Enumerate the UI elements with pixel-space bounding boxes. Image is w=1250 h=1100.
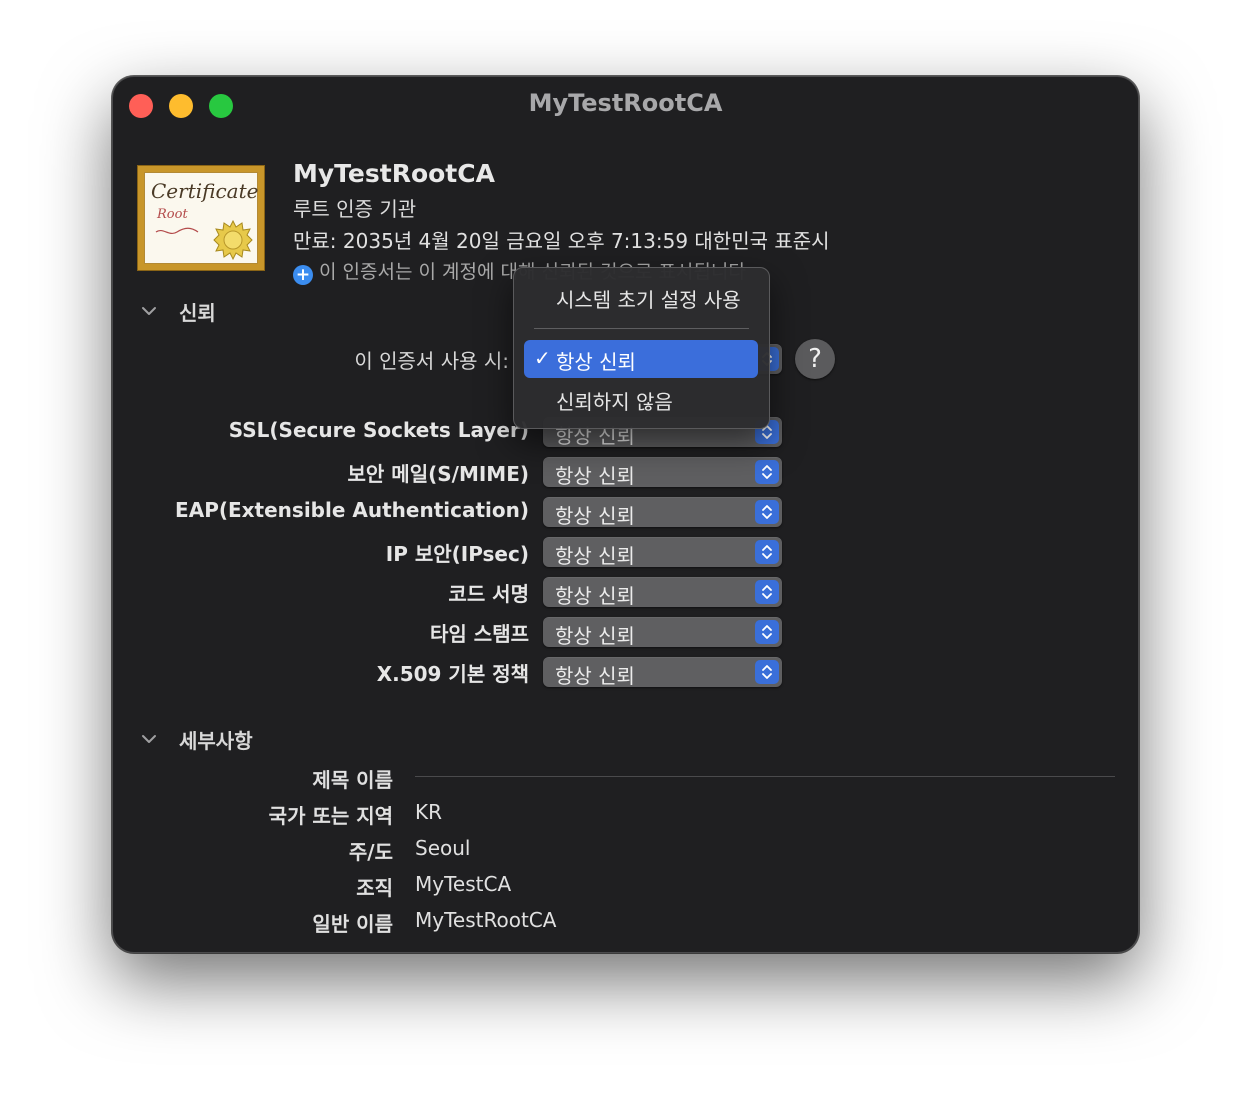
seal-icon	[213, 220, 253, 260]
detail-value: MyTestCA	[415, 872, 512, 896]
detail-label: 조직	[356, 876, 393, 900]
popup-value: 항상 신뢰	[555, 584, 635, 608]
divider	[415, 776, 1115, 777]
detail-label: 주/도	[348, 840, 393, 864]
stepper-icon	[755, 460, 779, 484]
popup-value: 항상 신뢰	[555, 544, 635, 568]
certificate-icon-word: Certificate	[151, 179, 259, 203]
trust-row-label: SSL(Secure Sockets Layer)	[228, 418, 529, 442]
flourish-icon	[155, 227, 199, 235]
details-section-title[interactable]: 세부사항	[179, 725, 253, 754]
trust-dropdown-menu: 시스템 초기 설정 사용 ✓ 항상 신뢰 신뢰하지 않음	[513, 267, 770, 429]
certificate-name: MyTestRootCA	[293, 159, 495, 188]
timestamp-trust-popup[interactable]: 항상 신뢰	[543, 617, 782, 648]
chevron-down-icon[interactable]	[141, 303, 157, 319]
chevron-down-icon[interactable]	[141, 731, 157, 747]
certificate-icon-root: Root	[157, 207, 188, 222]
stepper-icon	[755, 540, 779, 564]
certificate-kind: 루트 인증 기관	[293, 197, 417, 221]
ipsec-trust-popup[interactable]: 항상 신뢰	[543, 537, 782, 568]
detail-value: Seoul	[415, 836, 471, 860]
popup-value: 항상 신뢰	[555, 664, 635, 688]
popup-value: 항상 신뢰	[555, 624, 635, 648]
smime-trust-popup[interactable]: 항상 신뢰	[543, 457, 782, 488]
help-button[interactable]: ?	[795, 339, 835, 379]
stepper-icon	[755, 580, 779, 604]
detail-value: KR	[415, 800, 443, 824]
code-signing-trust-popup[interactable]: 항상 신뢰	[543, 577, 782, 608]
stepper-icon	[755, 660, 779, 684]
popup-value: 항상 신뢰	[555, 504, 635, 528]
certificate-expiry: 만료: 2035년 4월 20일 금요일 오후 7:13:59 대한민국 표준시	[293, 229, 830, 253]
menu-item-always-trust[interactable]: ✓ 항상 신뢰	[524, 340, 758, 378]
menu-item-label: 항상 신뢰	[556, 350, 636, 374]
checkmark-icon: ✓	[534, 346, 551, 370]
trust-row-label: EAP(Extensible Authentication)	[175, 498, 529, 522]
detail-label: 일반 이름	[312, 912, 393, 936]
trust-row-label: IP 보안(IPsec)	[385, 542, 529, 566]
use-certificate-label: 이 인증서 사용 시:	[354, 349, 509, 373]
trust-row-label: 타임 스탬프	[430, 622, 529, 646]
window-title: MyTestRootCA	[528, 89, 723, 117]
stepper-icon	[755, 500, 779, 524]
eap-trust-popup[interactable]: 항상 신뢰	[543, 497, 782, 528]
x509-policy-trust-popup[interactable]: 항상 신뢰	[543, 657, 782, 688]
trust-row-label: X.509 기본 정책	[376, 662, 529, 686]
popup-value: 항상 신뢰	[555, 464, 635, 488]
detail-label: 국가 또는 지역	[268, 804, 393, 828]
stepper-icon	[755, 620, 779, 644]
menu-item-use-system-defaults[interactable]: 시스템 초기 설정 사용	[556, 284, 741, 313]
menu-item-never-trust[interactable]: 신뢰하지 않음	[556, 386, 673, 415]
trust-section-title[interactable]: 신뢰	[179, 297, 216, 326]
plus-circle-icon: +	[293, 265, 313, 285]
menu-separator	[534, 328, 749, 329]
trust-row-label: 보안 메일(S/MIME)	[347, 462, 529, 486]
certificate-window: MyTestRootCA Certificate Root MyTestRoot…	[112, 76, 1139, 953]
subject-name-header: 제목 이름	[312, 768, 393, 792]
trust-row-label: 코드 서명	[448, 582, 529, 606]
detail-value: MyTestRootCA	[415, 908, 557, 932]
certificate-icon: Certificate Root	[137, 165, 265, 271]
